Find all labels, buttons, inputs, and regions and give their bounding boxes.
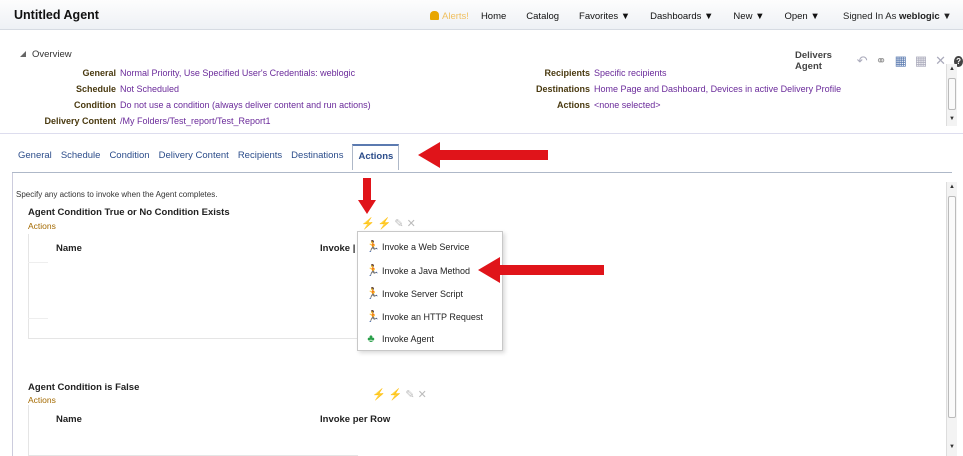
- col-invoke-per-row-2: Invoke per Row: [320, 414, 391, 425]
- delivers-agent-label: Delivers Agent: [795, 50, 832, 72]
- section-false-title: Agent Condition is False: [28, 382, 140, 393]
- alerts-link[interactable]: Alerts!: [430, 11, 469, 22]
- nav-catalog[interactable]: Catalog: [526, 11, 559, 22]
- add-agent-icon-2[interactable]: ⚡: [389, 388, 403, 401]
- recipients-value[interactable]: Specific recipients: [594, 68, 667, 78]
- page-title: Untitled Agent: [14, 8, 99, 22]
- scroll-thumb[interactable]: [948, 78, 956, 110]
- arrow-to-java-method: [478, 257, 604, 283]
- agent-icon: ♣: [367, 333, 375, 345]
- destinations-value[interactable]: Home Page and Dashboard, Devices in acti…: [594, 84, 841, 94]
- delivery-content-value[interactable]: /My Folders/Test_report/Test_Report1: [120, 116, 271, 126]
- signed-in-prefix: Signed In As: [843, 11, 897, 22]
- general-label: General: [82, 68, 116, 78]
- link-icon[interactable]: ⚭: [876, 53, 887, 69]
- menu-label: Invoke an HTTP Request: [382, 311, 483, 322]
- section-true-title: Agent Condition True or No Condition Exi…: [28, 207, 230, 218]
- recipients-label: Recipients: [544, 68, 590, 78]
- tab-recipients[interactable]: Recipients: [238, 150, 282, 170]
- overview-toggle[interactable]: Overview: [20, 49, 72, 60]
- scroll-down-icon-2[interactable]: ▼: [949, 444, 955, 450]
- menu-invoke-web-service[interactable]: 🏃 Invoke a Web Service: [366, 240, 469, 253]
- menu-invoke-http-request[interactable]: 🏃 Invoke an HTTP Request: [366, 310, 483, 323]
- nav-open[interactable]: Open ▼: [784, 11, 819, 22]
- actions-label: Actions: [556, 100, 590, 110]
- top-bar: Untitled Agent Alerts! Home Catalog Favo…: [0, 0, 963, 30]
- actions-value[interactable]: <none selected>: [594, 100, 661, 110]
- col-name: Name: [56, 243, 82, 254]
- delete-x-icon[interactable]: ✕: [407, 217, 416, 230]
- save-icon[interactable]: ▦: [895, 53, 907, 69]
- actions-table-false: [28, 405, 358, 456]
- nav-home[interactable]: Home: [481, 11, 506, 22]
- scroll-thumb-2[interactable]: [948, 196, 956, 418]
- menu-invoke-agent[interactable]: ♣ Invoke Agent: [366, 333, 434, 345]
- alerts-label: Alerts!: [442, 11, 469, 22]
- edit-pencil-icon[interactable]: ✎: [394, 217, 403, 230]
- section-false-sub: Actions: [28, 395, 56, 405]
- actions-intro: Specify any actions to invoke when the A…: [16, 190, 218, 199]
- add-agent-icon[interactable]: ⚡: [378, 217, 392, 230]
- edit-pencil-icon-2[interactable]: ✎: [405, 388, 414, 401]
- condition-label: Condition: [74, 100, 116, 110]
- bell-icon: [430, 11, 439, 20]
- runner-icon: 🏃: [366, 241, 380, 253]
- agent-toolbar: Delivers Agent ↶ ⚭ ▦ ▦ ✕ ?: [795, 50, 963, 72]
- collapse-triangle-icon: [20, 51, 26, 57]
- tab-strip: General Schedule Condition Delivery Cont…: [18, 144, 408, 170]
- signed-in-menu[interactable]: Signed In As weblogic ▼: [843, 11, 952, 22]
- section-true-toolbar: ⚡ ⚡ ✎ ✕: [361, 217, 419, 230]
- scroll-up-icon[interactable]: ▲: [949, 66, 955, 72]
- section-true-sub: Actions: [28, 221, 56, 231]
- menu-label: Invoke Server Script: [382, 288, 464, 299]
- nav-new[interactable]: New ▼: [733, 11, 764, 22]
- nav-favorites[interactable]: Favorites ▼: [579, 11, 630, 22]
- overview-scrollbar[interactable]: ▲ ▼: [946, 64, 957, 126]
- tab-general[interactable]: General: [18, 150, 52, 170]
- runner-icon: 🏃: [366, 311, 380, 323]
- col-name-2: Name: [56, 414, 82, 425]
- schedule-value[interactable]: Not Scheduled: [120, 84, 179, 94]
- add-action-icon[interactable]: ⚡: [361, 217, 375, 230]
- section-false-toolbar: ⚡ ⚡ ✎ ✕: [372, 388, 430, 401]
- scroll-down-icon[interactable]: ▼: [949, 116, 955, 122]
- menu-label: Invoke a Java Method: [382, 265, 471, 276]
- arrow-down-to-toolbar: [358, 178, 376, 214]
- save-as-icon[interactable]: ▦: [915, 53, 927, 69]
- tab-delivery-content[interactable]: Delivery Content: [159, 150, 229, 170]
- scroll-up-icon-2[interactable]: ▲: [949, 184, 955, 190]
- nav-dashboards[interactable]: Dashboards ▼: [650, 11, 713, 22]
- menu-invoke-server-script[interactable]: 🏃 Invoke Server Script: [366, 287, 463, 300]
- delete-x-icon-2[interactable]: ✕: [418, 388, 427, 401]
- undo-icon[interactable]: ↶: [857, 53, 868, 69]
- add-action-icon-2[interactable]: ⚡: [372, 388, 386, 401]
- runner-icon: 🏃: [366, 265, 380, 277]
- general-value[interactable]: Normal Priority, Use Specified User's Cr…: [120, 68, 355, 78]
- col-invoke-per-row: Invoke |: [320, 243, 356, 254]
- signed-in-user: weblogic ▼: [899, 11, 952, 22]
- tab-schedule[interactable]: Schedule: [61, 150, 101, 170]
- overview-label: Overview: [32, 49, 72, 60]
- content-scrollbar[interactable]: ▲ ▼: [946, 182, 957, 456]
- destinations-label: Destinations: [535, 84, 590, 94]
- tab-destinations[interactable]: Destinations: [291, 150, 343, 170]
- delivery-content-label: Delivery Content: [44, 116, 116, 126]
- runner-icon: 🏃: [366, 288, 380, 300]
- tab-actions[interactable]: Actions: [352, 144, 400, 170]
- arrow-to-actions-tab: [418, 142, 548, 168]
- menu-invoke-java-method[interactable]: 🏃 Invoke a Java Method: [366, 264, 470, 277]
- condition-value[interactable]: Do not use a condition (always deliver c…: [120, 100, 371, 110]
- menu-label: Invoke a Web Service: [382, 241, 470, 252]
- close-icon[interactable]: ✕: [935, 53, 946, 69]
- global-nav: Alerts! Home Catalog Favorites ▼ Dashboa…: [430, 11, 840, 22]
- tab-condition[interactable]: Condition: [109, 150, 149, 170]
- add-action-menu: 🏃 Invoke a Web Service 🏃 Invoke a Java Met…: [357, 231, 503, 351]
- menu-label: Invoke Agent: [382, 334, 435, 344]
- schedule-label: Schedule: [75, 84, 116, 94]
